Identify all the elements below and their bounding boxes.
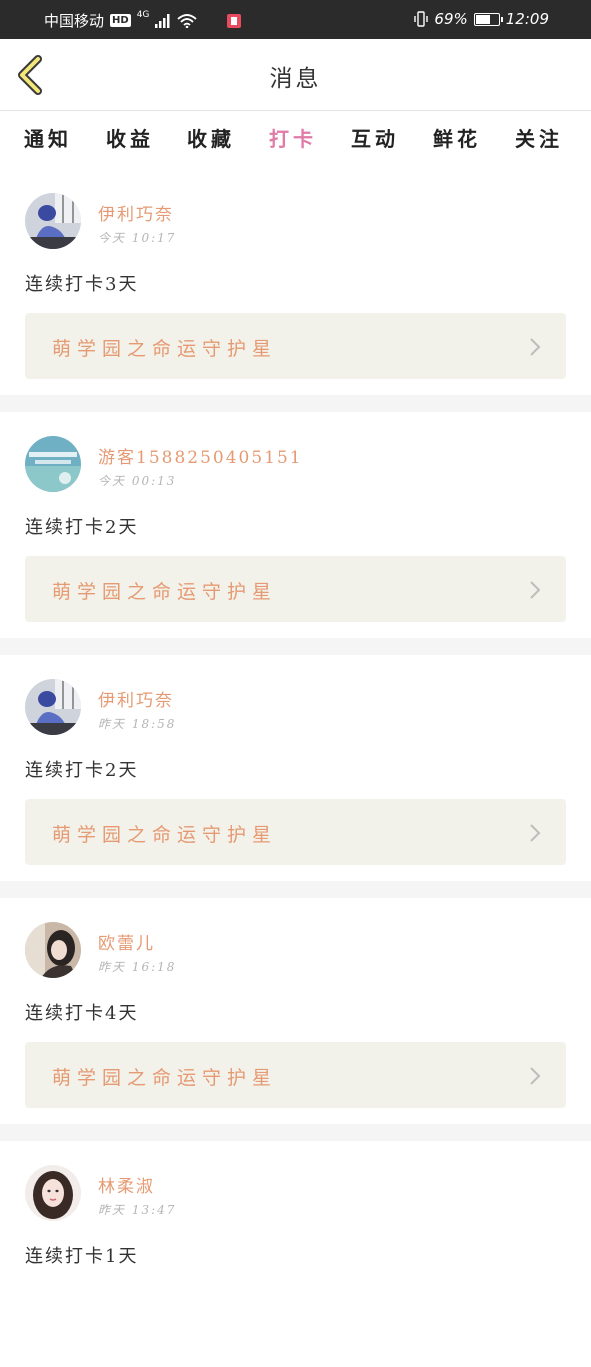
list-item: 伊利巧奈 昨天 18:58 连续打卡2天 萌学园之命运守护星	[0, 655, 591, 881]
tab-label: 鲜花	[433, 127, 481, 151]
timestamp: 昨天 16:18	[98, 960, 177, 974]
list-item: 林柔淑 昨天 13:47 连续打卡1天	[0, 1141, 591, 1367]
status-bar-right: 69% 12:09	[414, 10, 549, 28]
tab-bar: 通知 收益 收藏 打卡 互动 鲜花 关注	[0, 111, 591, 191]
checkin-text: 连续打卡2天	[25, 760, 139, 781]
tab-label: 收藏	[187, 127, 235, 151]
timestamp: 昨天 18:58	[98, 717, 177, 731]
tab-label: 收益	[106, 127, 154, 151]
avatar[interactable]	[25, 1165, 81, 1221]
book-title: 萌学园之命运守护星	[52, 1067, 278, 1089]
divider	[0, 881, 591, 898]
divider	[0, 395, 591, 412]
wifi-icon	[177, 13, 197, 28]
checkin-text: 连续打卡2天	[25, 517, 139, 538]
chevron-right-icon	[530, 824, 541, 842]
tab-label: 通知	[24, 127, 72, 151]
username[interactable]: 伊利巧奈	[98, 200, 174, 225]
status-bar: 中国移动 HD 4G 69% 12:09	[0, 0, 591, 39]
book-title: 萌学园之命运守护星	[52, 581, 278, 603]
app-notification-icon	[227, 13, 242, 28]
list-item: 欧蕾儿 昨天 16:18 连续打卡4天 萌学园之命运守护星	[0, 898, 591, 1124]
book-title: 萌学园之命运守护星	[52, 824, 278, 846]
avatar[interactable]	[25, 922, 81, 978]
tab-label: 打卡	[269, 127, 317, 151]
list-item: 游客1588250405151 今天 00:13 连续打卡2天 萌学园之命运守护…	[0, 412, 591, 638]
book-card[interactable]: 萌学园之命运守护星	[25, 799, 566, 865]
username[interactable]: 欧蕾儿	[98, 929, 155, 954]
avatar[interactable]	[25, 436, 81, 492]
tab-label: 互动	[351, 127, 399, 151]
book-card[interactable]: 萌学园之命运守护星	[25, 313, 566, 379]
divider	[0, 638, 591, 655]
chevron-right-icon	[530, 1067, 541, 1085]
book-card[interactable]: 萌学园之命运守护星	[25, 556, 566, 622]
hd-icon: HD	[110, 14, 131, 27]
battery-icon	[473, 12, 503, 26]
status-bar-left: 中国移动 HD 4G	[44, 9, 242, 31]
timestamp: 今天 10:17	[98, 231, 177, 245]
list-item: 伊利巧奈 今天 10:17 连续打卡3天 萌学园之命运守护星	[0, 169, 591, 395]
username[interactable]: 林柔淑	[98, 1172, 155, 1197]
book-card[interactable]: 萌学园之命运守护星	[25, 1042, 566, 1108]
tab-label: 关注	[515, 127, 563, 151]
book-title: 萌学园之命运守护星	[52, 338, 278, 360]
checkin-text: 连续打卡1天	[25, 1246, 139, 1267]
header: 消息	[0, 39, 591, 111]
username[interactable]: 伊利巧奈	[98, 686, 174, 711]
avatar[interactable]	[25, 193, 81, 249]
checkin-feed: 伊利巧奈 今天 10:17 连续打卡3天 萌学园之命运守护星 游客1588250…	[0, 169, 591, 1367]
clock: 12:09	[505, 10, 549, 28]
battery-percent: 69%	[434, 10, 468, 28]
signal-icon	[155, 13, 170, 28]
checkin-text: 连续打卡3天	[25, 274, 139, 295]
checkin-text: 连续打卡4天	[25, 1003, 139, 1024]
chevron-right-icon	[530, 338, 541, 356]
chevron-right-icon	[530, 581, 541, 599]
timestamp: 今天 00:13	[98, 474, 177, 488]
timestamp: 昨天 13:47	[98, 1203, 177, 1217]
divider	[0, 1124, 591, 1141]
network-type: 4G	[136, 9, 150, 20]
page-title: 消息	[269, 66, 322, 92]
username[interactable]: 游客1588250405151	[98, 443, 303, 468]
vibrate-icon	[414, 11, 429, 27]
carrier-name: 中国移动	[44, 12, 105, 30]
avatar[interactable]	[25, 679, 81, 735]
